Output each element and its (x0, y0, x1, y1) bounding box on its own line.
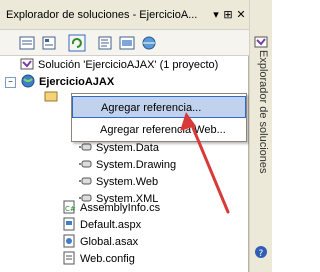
solution-tree: Solución 'EjercicioAJAX' (1 proyecto) − E… (0, 56, 249, 272)
reference-icon (78, 140, 92, 154)
properties-icon[interactable] (18, 34, 36, 52)
file-label: Default.aspx (80, 219, 142, 231)
panel-titlebar: Explorador de soluciones - EjercicioA...… (0, 0, 249, 30)
copy-website-icon[interactable] (140, 34, 158, 52)
close-icon[interactable]: ✕ (235, 9, 247, 21)
reference-item[interactable]: System.Data (78, 140, 159, 157)
menu-item-add-web-reference[interactable]: Agregar referencia Web... (72, 119, 246, 141)
solution-icon (20, 57, 34, 71)
pin-icon[interactable]: ⊞ (222, 9, 234, 21)
references-folder-icon (44, 89, 58, 103)
side-tab-solution-explorer[interactable]: Explorador de soluciones (253, 50, 269, 230)
panel-title: Explorador de soluciones - EjercicioA... (6, 9, 198, 21)
solution-node[interactable]: Solución 'EjercicioAJAX' (1 proyecto) (20, 57, 218, 74)
solution-label: Solución 'EjercicioAJAX' (1 proyecto) (38, 59, 219, 71)
file-item[interactable]: Default.aspx (62, 217, 141, 234)
dropdown-arrow-icon[interactable]: ▾ (210, 9, 222, 21)
reference-label: System.Drawing (96, 159, 177, 171)
file-label: Web.config (80, 253, 135, 265)
file-item[interactable]: Web.config (62, 251, 135, 268)
menu-item-add-reference[interactable]: Agregar referencia... (72, 96, 246, 118)
reference-label: System.Web (96, 176, 159, 188)
file-label: Global.asax (80, 236, 139, 248)
reference-icon (78, 174, 92, 188)
context-menu: Agregar referencia... Agregar referencia… (71, 93, 247, 142)
references-folder-node[interactable] (44, 89, 62, 106)
reference-label: System.Data (96, 142, 159, 154)
reference-item[interactable]: System.Drawing (78, 157, 176, 174)
config-file-icon (62, 251, 76, 265)
web-project-icon (21, 74, 35, 88)
svg-text:C#: C# (65, 205, 76, 213)
svg-text:?: ? (259, 249, 264, 259)
side-dock-bar: Explorador de soluciones ? (249, 0, 272, 272)
aspx-file-icon (62, 217, 76, 231)
help-icon[interactable]: ? (254, 244, 268, 259)
solution-explorer-panel: Explorador de soluciones - EjercicioA...… (0, 0, 249, 272)
file-item[interactable]: C# AssemblyInfo.cs (62, 200, 160, 217)
explorer-toolbar (0, 30, 249, 56)
collapse-toggle-icon[interactable]: − (5, 77, 16, 88)
file-item[interactable]: Global.asax (62, 234, 138, 251)
solution-explorer-tab-icon[interactable] (254, 34, 268, 48)
view-designer-icon[interactable] (118, 34, 136, 52)
refresh-icon[interactable] (68, 34, 86, 52)
project-label: EjercicioAJAX (39, 76, 115, 88)
file-label: AssemblyInfo.cs (80, 202, 161, 214)
cs-file-icon: C# (62, 200, 76, 214)
reference-item[interactable]: System.Web (78, 174, 158, 191)
view-code-icon[interactable] (96, 34, 114, 52)
reference-icon (78, 157, 92, 171)
show-all-files-icon[interactable] (40, 34, 58, 52)
asax-file-icon (62, 234, 76, 248)
